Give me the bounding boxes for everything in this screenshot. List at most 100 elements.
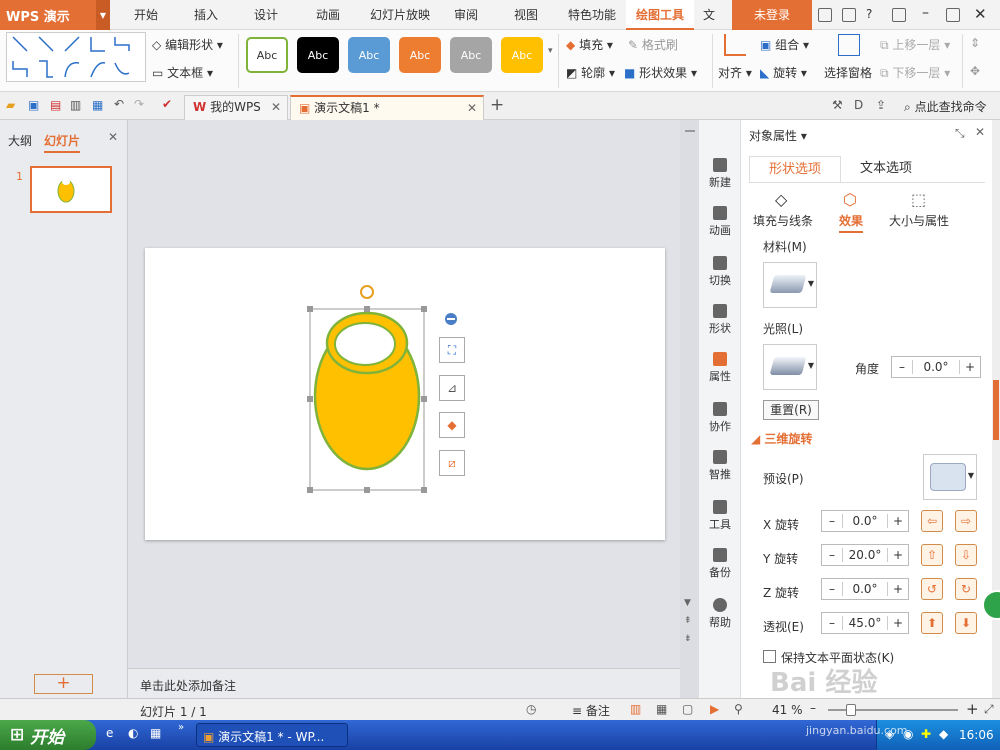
ie-icon[interactable]: e	[106, 726, 113, 740]
preset-picker[interactable]: ▼	[923, 454, 977, 500]
perspective-up-icon[interactable]: ⬆	[921, 612, 943, 634]
fill-bucket-icon[interactable]: ◆	[439, 412, 465, 438]
tab-text-options[interactable]: 文本选项	[841, 156, 931, 182]
start-button[interactable]: ⊞ 开始	[0, 720, 96, 750]
tab-drawing-tools[interactable]: 绘图工具	[626, 0, 694, 30]
sidebar-item-animation[interactable]: 动画	[699, 206, 741, 238]
shape-style-gold[interactable]: Abc	[501, 37, 543, 73]
resize-icon[interactable]: ✥	[970, 64, 980, 78]
sidebar-item-shape[interactable]: 形状	[699, 304, 741, 336]
size-icon[interactable]: ⬚	[911, 190, 926, 209]
text-box-button[interactable]: ▭ 文本框 ▾	[152, 64, 213, 81]
sidebar-item-properties[interactable]: 属性	[699, 352, 741, 384]
slide[interactable]: ⛶ ⊿ ◆ ⧄	[145, 248, 665, 540]
x-rotation-spinner[interactable]: – 0.0° +	[821, 510, 909, 532]
close-icon[interactable]: ✕	[108, 130, 118, 144]
shape-style-orange[interactable]: Abc	[399, 37, 441, 73]
tab-my-wps[interactable]: W 我的WPS ✕	[184, 95, 288, 120]
select-pane-button[interactable]: 选择窗格	[824, 64, 872, 81]
pdf-icon[interactable]: ▤	[50, 98, 61, 112]
normal-view-icon[interactable]: ▥	[630, 702, 641, 716]
next-slide-icon[interactable]: ⇟	[684, 634, 692, 644]
scroll-thumb[interactable]	[993, 380, 999, 440]
rotation-3d-section[interactable]: ◢ 三维旋转	[751, 430, 812, 447]
rotate-up-icon[interactable]: ⇧	[921, 544, 943, 566]
shape-style-black[interactable]: Abc	[297, 37, 339, 73]
pin-icon[interactable]: ✔	[162, 97, 172, 111]
plus-icon[interactable]: +	[888, 514, 908, 528]
command-search[interactable]: ⌕ 点此查找命令	[904, 98, 987, 115]
zoom-level[interactable]: 41 %	[772, 703, 803, 717]
notes-pane[interactable]: 单击此处添加备注	[128, 668, 680, 698]
sidebar-item-backup[interactable]: 备份	[699, 548, 741, 580]
lighting-picker[interactable]: ▼	[763, 344, 817, 390]
layout-options-icon[interactable]: ⛶	[439, 337, 465, 363]
tab-design[interactable]: 设计	[244, 0, 288, 30]
tab-slideshow[interactable]: 幻灯片放映	[362, 0, 438, 30]
help-icon[interactable]: ?	[866, 7, 872, 21]
redo-icon[interactable]: ↷	[134, 97, 144, 111]
security-icon[interactable]: ✚	[921, 727, 931, 741]
tab-text-tools[interactable]: 文	[700, 0, 718, 30]
tab-shape-options[interactable]: 形状选项	[749, 156, 841, 182]
pin-icon[interactable]: ⚲	[734, 702, 743, 716]
align-button[interactable]: 对齐 ▾	[718, 64, 752, 81]
close-icon[interactable]: ✕	[975, 125, 985, 139]
slide-thumbnail[interactable]	[30, 166, 112, 213]
shape-style-white[interactable]: Abc	[246, 37, 288, 73]
skin-icon[interactable]	[818, 8, 832, 22]
play-icon[interactable]: ▶	[710, 702, 719, 716]
x-rotation-value[interactable]: 0.0°	[842, 514, 888, 528]
fill-button[interactable]: ◆ 填充 ▾	[566, 36, 613, 53]
zoom-out-icon[interactable]: –	[810, 701, 816, 715]
maximize-icon[interactable]	[946, 8, 960, 22]
plus-icon[interactable]: +	[888, 616, 908, 630]
minimize-icon[interactable]: –	[922, 5, 929, 21]
distribute-icon[interactable]: ⇕	[970, 36, 980, 50]
tab-review[interactable]: 审阅	[444, 0, 488, 30]
minus-icon[interactable]: –	[822, 548, 842, 562]
minus-icon[interactable]: –	[892, 360, 912, 374]
format-painter-button[interactable]: ✎ 格式刷	[628, 36, 678, 53]
save-icon[interactable]: ▣	[28, 98, 39, 112]
media-icon[interactable]: ◐	[128, 726, 138, 740]
minus-icon[interactable]: –	[822, 582, 842, 596]
close-icon[interactable]: ✕	[467, 97, 477, 120]
app-menu-button[interactable]: WPS 演示 ▼	[0, 0, 110, 30]
tab-home[interactable]: 开始	[124, 0, 168, 30]
tab-view[interactable]: 视图	[504, 0, 548, 30]
outline-button[interactable]: ◩ 轮廓 ▾	[566, 64, 615, 81]
rotate-left-icon[interactable]: ⇦	[921, 510, 943, 532]
tab-outline[interactable]: 大纲	[8, 132, 32, 149]
preview-icon[interactable]: ▦	[92, 98, 103, 112]
expand-icon[interactable]: »	[178, 722, 184, 733]
close-icon[interactable]: ✕	[271, 96, 281, 119]
new-tab-icon[interactable]: +	[490, 95, 504, 115]
tab-features[interactable]: 特色功能	[562, 0, 622, 30]
zoom-thumb[interactable]	[846, 704, 856, 716]
canvas-scrollbar[interactable]: ▼ ⇞ ⇟	[680, 120, 698, 698]
tab-animation[interactable]: 动画	[306, 0, 350, 30]
gallery-more-icon[interactable]: ▾	[548, 46, 553, 56]
bring-forward-button[interactable]: ⧉ 上移一层 ▾	[880, 36, 950, 53]
outline-pen-icon[interactable]: ⧄	[439, 450, 465, 476]
login-button[interactable]: 未登录	[732, 0, 812, 30]
restore-ribbon-icon[interactable]	[892, 8, 906, 22]
connector-gallery[interactable]	[6, 32, 146, 82]
reading-view-icon[interactable]: ▢	[682, 702, 693, 716]
share-icon[interactable]: ⇪	[876, 98, 886, 112]
sidebar-item-tools[interactable]: 工具	[699, 500, 741, 532]
z-rotation-value[interactable]: 0.0°	[842, 582, 888, 596]
clock[interactable]: 16:06	[959, 728, 994, 742]
taskbar-window-button[interactable]: ▣ 演示文稿1 * - WP...	[196, 723, 348, 747]
tool-icon[interactable]: ⚒	[832, 98, 843, 112]
y-rotation-spinner[interactable]: – 20.0° +	[821, 544, 909, 566]
tab-slides[interactable]: 幻灯片	[44, 132, 81, 153]
notes-toggle[interactable]: ≡ 备注	[572, 702, 610, 719]
perspective-down-icon[interactable]: ⬇	[955, 612, 977, 634]
shape-style-blue[interactable]: Abc	[348, 37, 390, 73]
y-rotation-value[interactable]: 20.0°	[842, 548, 888, 562]
shirt-icon[interactable]	[842, 8, 856, 22]
add-slide-button[interactable]: +	[34, 674, 93, 694]
z-rotation-spinner[interactable]: – 0.0° +	[821, 578, 909, 600]
